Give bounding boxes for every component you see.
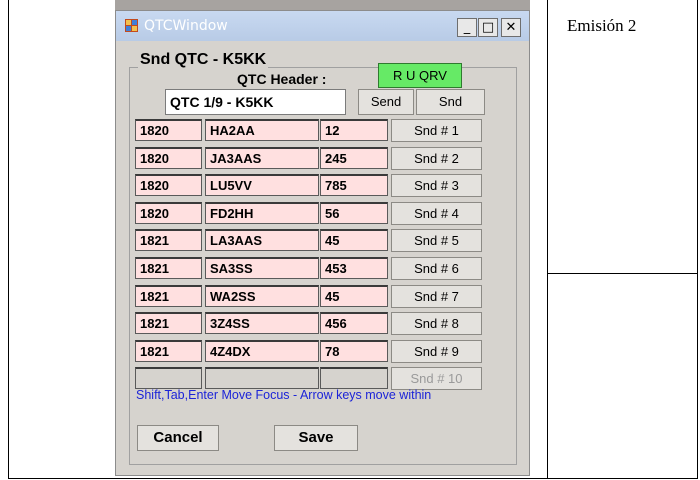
document-row-divider [547, 273, 698, 274]
save-button[interactable]: Save [274, 425, 358, 451]
time-field[interactable]: 1821 [135, 285, 202, 307]
call-field[interactable]: LU5VV [205, 174, 319, 196]
call-field[interactable]: HA2AA [205, 119, 319, 141]
time-field[interactable]: 1820 [135, 147, 202, 169]
time-field[interactable]: 1820 [135, 174, 202, 196]
maximize-button[interactable]: □ [478, 18, 498, 37]
document-column-divider [547, 0, 548, 479]
figure-caption: Emisión 2 [567, 16, 637, 35]
time-field[interactable]: 1820 [135, 202, 202, 224]
time-field[interactable]: 1821 [135, 312, 202, 334]
snd-row-button[interactable]: Snd # 7 [391, 285, 482, 308]
call-field[interactable]: WA2SS [205, 285, 319, 307]
call-field[interactable]: 4Z4DX [205, 340, 319, 362]
snd-row-button[interactable]: Snd # 4 [391, 202, 482, 225]
window-title: QTCWindow [144, 18, 228, 34]
call-field[interactable]: JA3AAS [205, 147, 319, 169]
call-field[interactable] [205, 367, 319, 389]
snd-row-button[interactable]: Snd # 5 [391, 229, 482, 252]
time-field[interactable]: 1821 [135, 257, 202, 279]
call-field[interactable]: SA3SS [205, 257, 319, 279]
time-field[interactable]: 1821 [135, 229, 202, 251]
number-field[interactable]: 45 [320, 229, 388, 251]
number-field[interactable]: 45 [320, 285, 388, 307]
time-field[interactable]: 1821 [135, 340, 202, 362]
call-field[interactable]: LA3AAS [205, 229, 319, 251]
app-icon [125, 19, 138, 32]
snd-row-button[interactable]: Snd # 8 [391, 312, 482, 335]
ru-qrv-button[interactable]: R U QRV [378, 63, 462, 88]
number-field[interactable]: 12 [320, 119, 388, 141]
number-field[interactable]: 456 [320, 312, 388, 334]
cancel-button[interactable]: Cancel [137, 425, 219, 451]
group-title: Snd QTC - K5KK [138, 51, 269, 69]
time-field[interactable] [135, 367, 202, 389]
snd-row-button[interactable]: Snd # 3 [391, 174, 482, 197]
minimize-button[interactable]: _ [457, 18, 477, 37]
call-field[interactable]: 3Z4SS [205, 312, 319, 334]
number-field[interactable]: 453 [320, 257, 388, 279]
qtc-header-field[interactable]: QTC 1/9 - K5KK [165, 89, 346, 115]
snd-row-button: Snd # 10 [391, 367, 482, 390]
keyboard-hint: Shift,Tab,Enter Move Focus - Arrow keys … [136, 388, 432, 402]
snd-button[interactable]: Snd [416, 89, 485, 115]
call-field[interactable]: FD2HH [205, 202, 319, 224]
qtc-header-label: QTC Header : [237, 71, 327, 87]
number-field[interactable]: 785 [320, 174, 388, 196]
background-window-strip [115, 0, 530, 10]
number-field[interactable]: 78 [320, 340, 388, 362]
snd-row-button[interactable]: Snd # 6 [391, 257, 482, 280]
snd-row-button[interactable]: Snd # 9 [391, 340, 482, 363]
snd-row-button[interactable]: Snd # 1 [391, 119, 482, 142]
time-field[interactable]: 1820 [135, 119, 202, 141]
snd-row-button[interactable]: Snd # 2 [391, 147, 482, 170]
close-button[interactable]: ✕ [501, 18, 521, 37]
title-bar[interactable]: QTCWindow _ □ ✕ [116, 11, 529, 41]
number-field[interactable]: 245 [320, 147, 388, 169]
qtc-window: QTCWindow _ □ ✕ Snd QTC - K5KK QTC Heade… [115, 10, 530, 476]
number-field[interactable]: 56 [320, 202, 388, 224]
send-button[interactable]: Send [358, 89, 414, 115]
number-field[interactable] [320, 367, 388, 389]
